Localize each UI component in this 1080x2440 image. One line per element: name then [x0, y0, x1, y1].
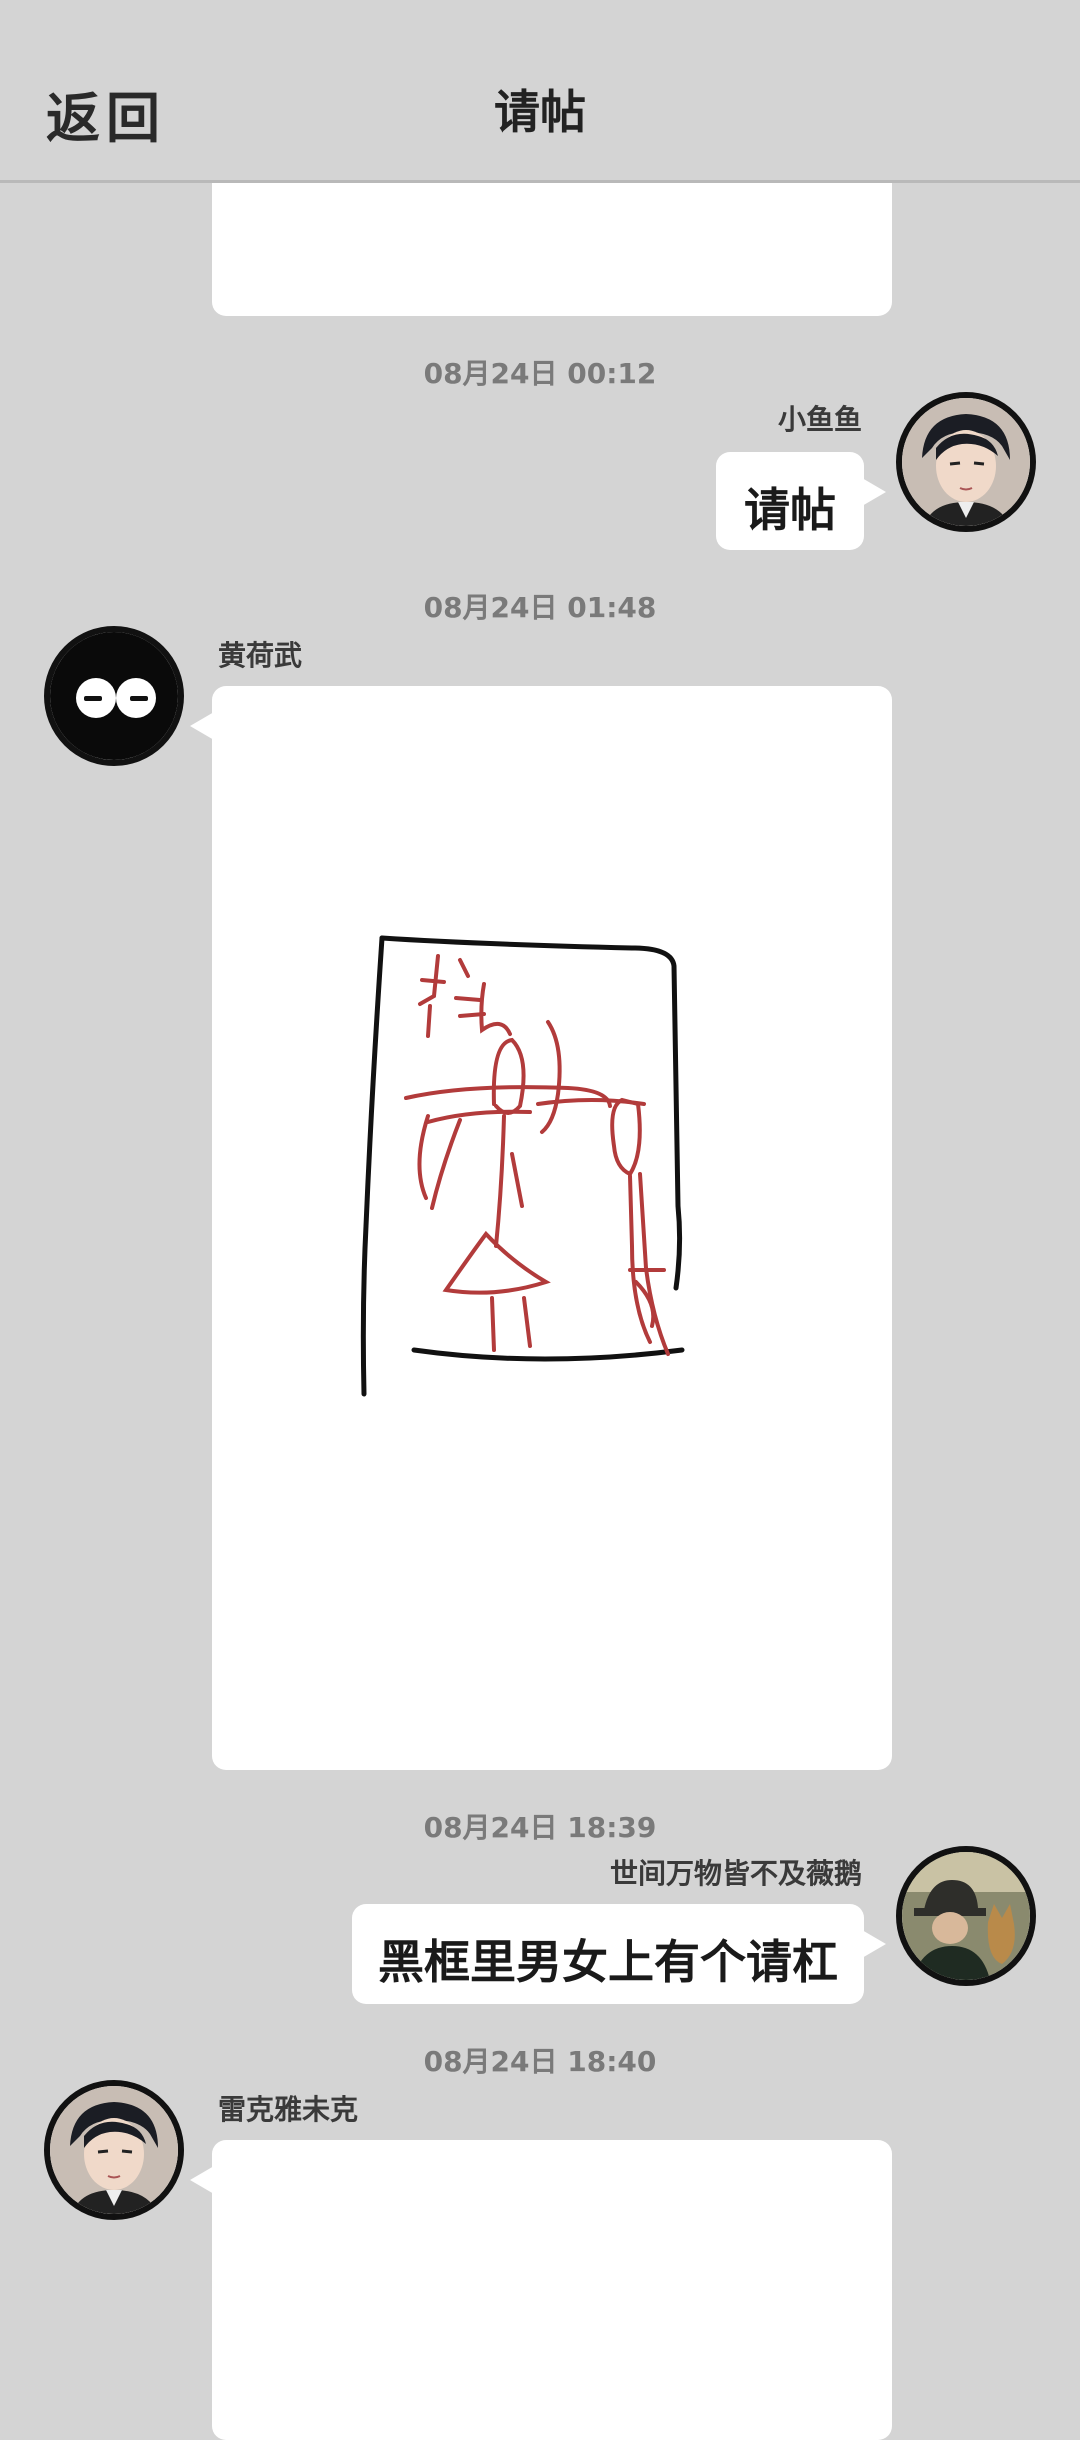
bubble-tail — [862, 478, 886, 506]
bubble-tail — [190, 712, 214, 740]
image-bubble[interactable] — [190, 686, 892, 1770]
sender-name: 小鱼鱼 — [777, 403, 862, 436]
man-portrait-avatar[interactable] — [896, 392, 1036, 532]
image-bubble[interactable] — [190, 2140, 892, 2440]
text-bubble[interactable]: 黑框里男女上有个请杠 — [352, 1904, 886, 2004]
message-text: 黑框里男女上有个请杠 — [378, 1935, 838, 1989]
timestamp: 08月24日 01:48 — [423, 591, 657, 624]
page-title: 请帖 — [494, 85, 586, 139]
man-with-dog-avatar[interactable] — [896, 1846, 1036, 1986]
timestamp: 08月24日 00:12 — [423, 357, 657, 390]
timestamp: 08月24日 18:40 — [423, 2045, 657, 2078]
sender-name: 世间万物皆不及薇鹅 — [609, 1857, 862, 1890]
sender-name: 黄荷武 — [218, 639, 303, 672]
bubble-tail — [190, 2166, 214, 2194]
black-eyes-avatar[interactable] — [44, 626, 184, 766]
top-bar: 返回 请帖 — [0, 0, 1080, 183]
chat-thread: 08月24日 00:12 小鱼鱼 请帖 08月24日 01:48 黄荷武 08月… — [0, 0, 1080, 2440]
text-bubble[interactable]: 请帖 — [716, 452, 886, 550]
man-portrait-avatar[interactable] — [44, 2080, 184, 2220]
sender-name: 雷克雅未克 — [218, 2093, 359, 2126]
message-text: 请帖 — [744, 483, 836, 537]
timestamp: 08月24日 18:39 — [423, 1811, 657, 1844]
bubble-tail — [862, 1930, 886, 1958]
hand-drawn-invitation-sketch — [360, 935, 685, 1397]
